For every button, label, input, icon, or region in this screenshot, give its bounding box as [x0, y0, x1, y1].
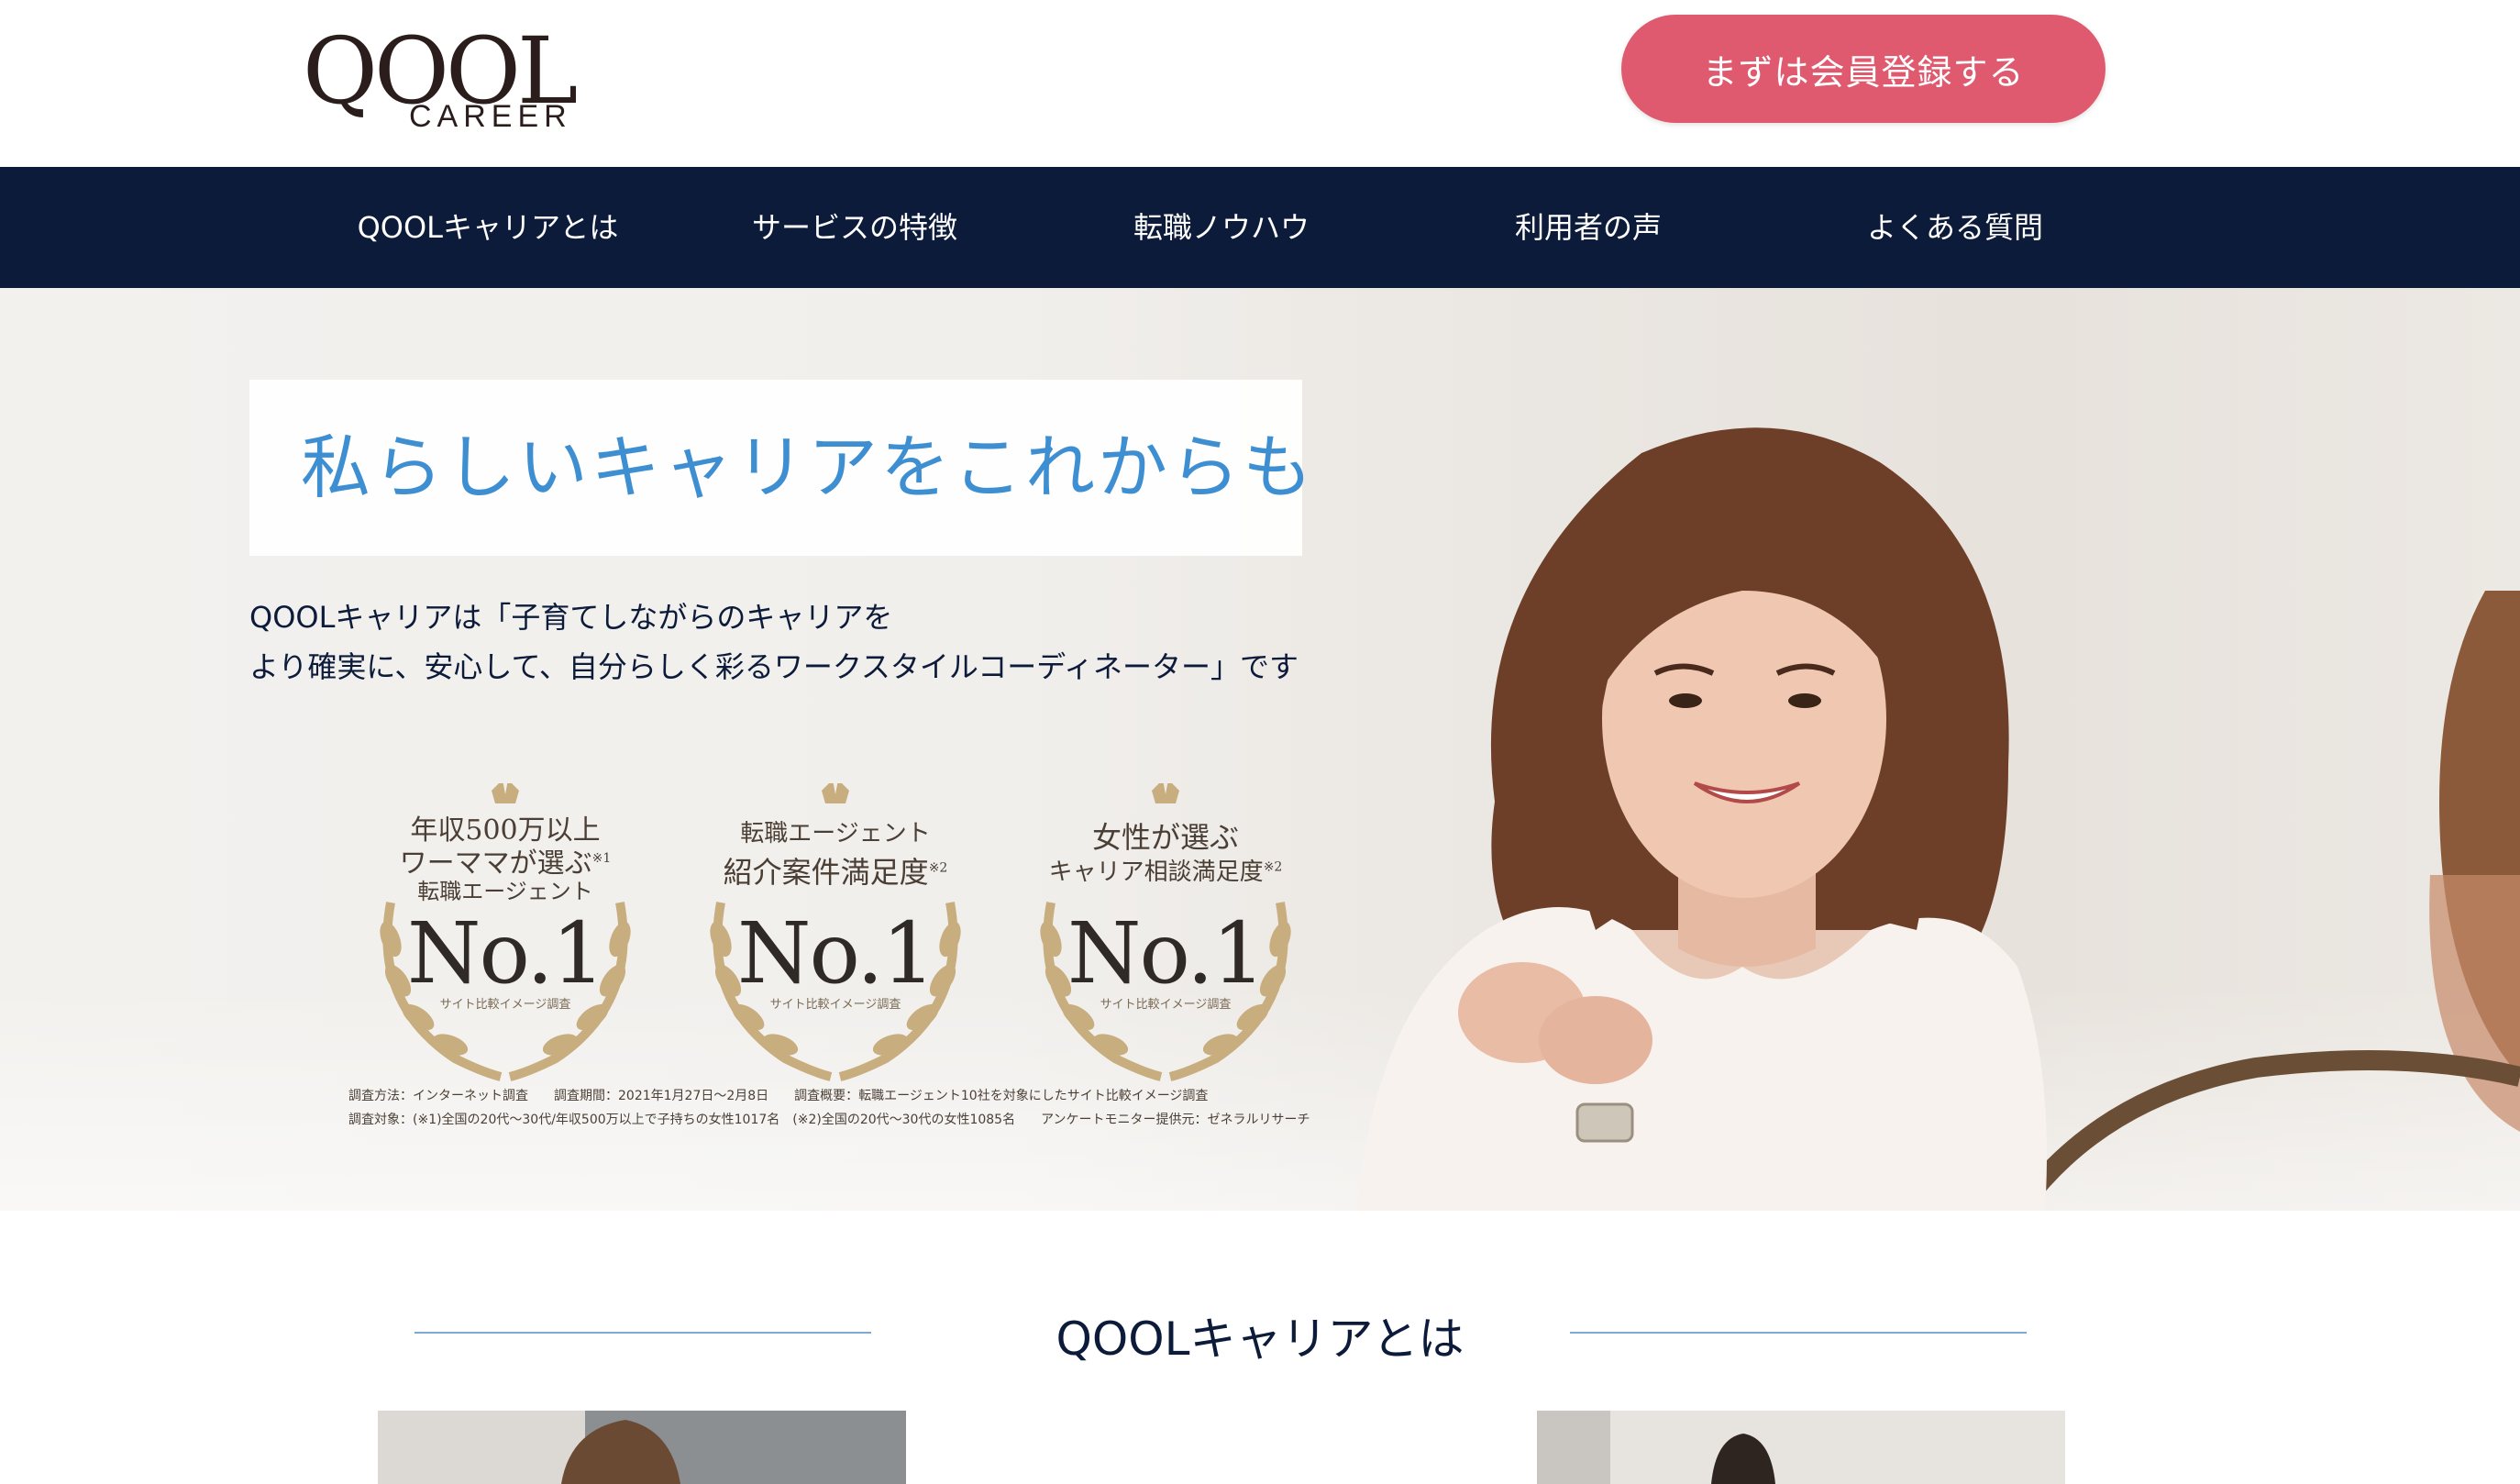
hero-intro-line-1: QOOLキャリアは「子育てしながらのキャリアを — [249, 600, 893, 635]
section-title-about: QOOLキャリアとは — [1056, 1312, 1464, 1366]
hero-banner: 私らしいキャリアをこれからも QOOLキャリアは「子育てしながらのキャリアを よ… — [0, 288, 2520, 1211]
register-button[interactable]: まずは会員登録する — [1621, 15, 2106, 123]
award-badge-1: 年収500万以上 ワーママが選ぶ※1 転職エージェント No.1 サイト比較イメ… — [354, 783, 657, 1086]
nav-item-knowhow[interactable]: 転職ノウハウ — [1133, 167, 1310, 288]
hero-headline-box: 私らしいキャリアをこれからも — [249, 380, 1312, 556]
award-1-note: ※1 — [591, 851, 612, 866]
logo-sub-text: CAREER — [409, 99, 572, 134]
hero-headline: 私らしいキャリアをこれからも — [301, 426, 1315, 508]
award-2-sub: サイト比較イメージ調査 — [769, 998, 901, 1012]
about-photo-left — [378, 1411, 906, 1484]
award-3-line-2: キャリア相談満足度 — [1048, 858, 1264, 886]
award-2-line-2-wrap: 紹介案件満足度※2 — [684, 849, 987, 892]
nav-item-features[interactable]: サービスの特徴 — [752, 167, 957, 288]
section-divider-left — [414, 1332, 871, 1334]
award-2-line-1: 転職エージェント — [740, 820, 931, 847]
award-1-line-3: 転職エージェント — [417, 879, 593, 904]
award-3-note: ※2 — [1263, 859, 1283, 875]
survey-line-2: 調査対象：(※1)全国の20代〜30代/年収500万以上で子持ちの女性1017名… — [348, 1113, 1310, 1127]
survey-line-1: 調査方法：インターネット調査 調査期間：2021年1月27日〜2月8日 調査概要… — [348, 1089, 1209, 1103]
nav-item-faq[interactable]: よくある質問 — [1867, 167, 2043, 288]
award-3-line-1: 女性が選ぶ — [1091, 820, 1239, 855]
award-3-rank: No.1 — [1067, 904, 1266, 1002]
award-3-sub: サイト比較イメージ調査 — [1100, 998, 1232, 1012]
award-2-line-2: 紹介案件満足度 — [723, 855, 929, 890]
award-badge-3: 女性が選ぶ キャリア相談満足度※2 No.1 サイト比較イメージ調査 — [1014, 783, 1317, 1086]
award-2-rank: No.1 — [736, 904, 935, 1002]
section-divider-right — [1570, 1332, 2027, 1334]
award-badge-2: 転職エージェント 紹介案件満足度※2 No.1 サイト比較イメージ調査 — [684, 783, 987, 1086]
hero-intro: QOOLキャリアは「子育てしながらのキャリアを より確実に、安心して、自分らしく… — [249, 592, 1299, 692]
global-nav: QOOLキャリアとは サービスの特徴 転職ノウハウ 利用者の声 よくある質問 — [0, 167, 2520, 288]
award-3-line-2-wrap: キャリア相談満足度※2 — [1014, 853, 1317, 887]
nav-item-voices[interactable]: 利用者の声 — [1515, 167, 1662, 288]
hero-intro-line-2: より確実に、安心して、自分らしく彩るワークスタイルコーディネーター」です — [249, 649, 1299, 684]
qool-career-logo[interactable]: QOOL CAREER — [303, 26, 578, 136]
site-header: QOOL CAREER まずは会員登録する — [0, 0, 2520, 167]
nav-item-about[interactable]: QOOLキャリアとは — [358, 167, 619, 288]
survey-footnote: 調査方法：インターネット調査 調査期間：2021年1月27日〜2月8日 調査概要… — [348, 1084, 1310, 1132]
about-photo-right — [1537, 1411, 2065, 1484]
award-1-sub: サイト比較イメージ調査 — [439, 998, 571, 1012]
award-2-note: ※2 — [928, 860, 948, 876]
award-1-rank: No.1 — [406, 904, 605, 1002]
